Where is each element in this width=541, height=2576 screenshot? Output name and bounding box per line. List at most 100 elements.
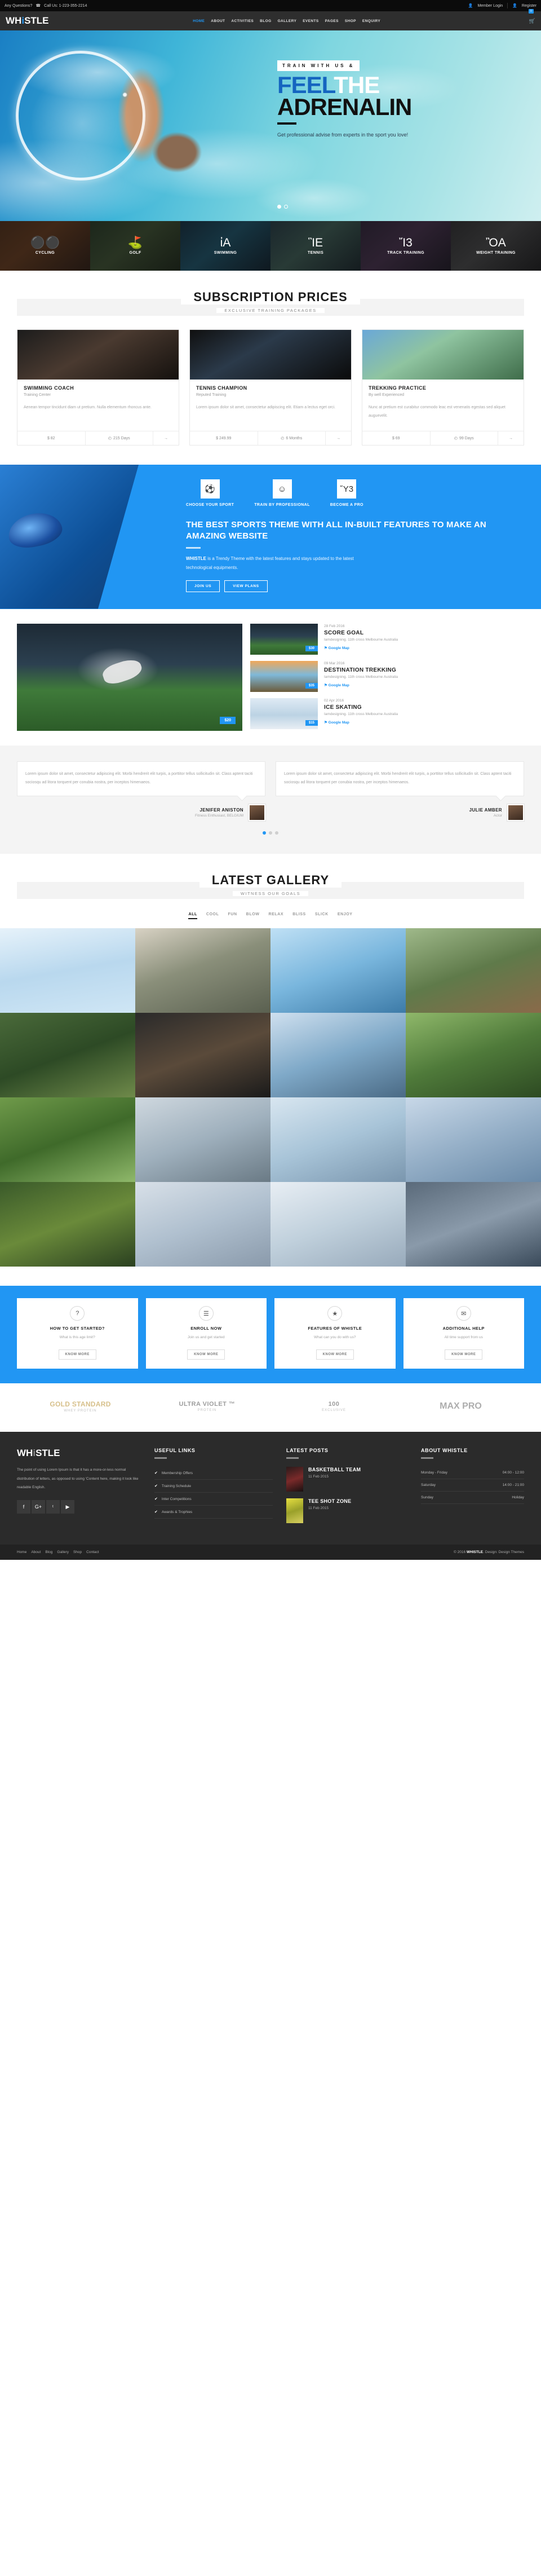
gallery-item[interactable] bbox=[270, 928, 406, 1013]
useful-link-item[interactable]: ✔ Membership Offers bbox=[154, 1467, 273, 1480]
gallery-item[interactable] bbox=[406, 928, 541, 1013]
pricing-card-arrow-button[interactable]: → bbox=[498, 431, 524, 445]
gallery-filter-fun[interactable]: FUN bbox=[228, 912, 237, 919]
footer-link-about[interactable]: About bbox=[31, 1550, 41, 1554]
nav-item-pages[interactable]: PAGES bbox=[325, 19, 339, 23]
testimonial-dots[interactable] bbox=[17, 831, 524, 835]
footer-link-contact[interactable]: Contact bbox=[86, 1550, 99, 1554]
join-us-button[interactable]: JOIN US bbox=[186, 580, 220, 592]
know-more-button[interactable]: KNOW MORE bbox=[187, 1349, 225, 1360]
gallery-item[interactable] bbox=[270, 1013, 406, 1098]
gallery-item[interactable] bbox=[0, 1182, 135, 1267]
gallery-section: LATEST GALLERY WITNESS OUR GOALS ALL COOL… bbox=[0, 854, 541, 1286]
nav-item-activities[interactable]: ACTIVITIES bbox=[231, 19, 254, 23]
pricing-card[interactable]: SWIMMING COACH Training Center Aenean temp… bbox=[17, 329, 179, 445]
nav-item-gallery[interactable]: GALLERY bbox=[278, 19, 297, 23]
site-logo[interactable]: WHiSTLE bbox=[6, 15, 49, 27]
youtube-icon[interactable]: ▶ bbox=[61, 1500, 74, 1514]
event-map-link[interactable]: ⚑ Google Map bbox=[324, 646, 349, 650]
useful-link-item[interactable]: ✔ Awards & Trophies bbox=[154, 1506, 273, 1519]
know-more-button[interactable]: KNOW MORE bbox=[316, 1349, 354, 1360]
gallery-filter-bliss[interactable]: BLISS bbox=[292, 912, 306, 919]
pricing-card-duration: ◴ 215 Days bbox=[85, 431, 153, 445]
pricing-card[interactable]: TREKKING PRACTICE By well Experienced Nunc… bbox=[362, 329, 524, 445]
promo-feature[interactable]: ⚽ CHOOSE YOUR SPORT bbox=[186, 479, 234, 507]
footer-link-home[interactable]: Home bbox=[17, 1550, 26, 1554]
gallery-filter-blow[interactable]: BLOW bbox=[246, 912, 260, 919]
brand-tagline: EXCLUSIVE bbox=[322, 1409, 346, 1413]
nav-item-events[interactable]: EVENTS bbox=[303, 19, 318, 23]
gallery-item[interactable] bbox=[0, 1097, 135, 1183]
footer-logo[interactable]: WHiSTLE bbox=[17, 1448, 141, 1459]
gallery-title: LATEST GALLERY bbox=[199, 873, 342, 888]
gallery-item[interactable] bbox=[270, 1097, 406, 1183]
gallery-item[interactable] bbox=[0, 928, 135, 1013]
activity-track-training[interactable]: Ἴ3 TRACK TRAINING bbox=[361, 221, 451, 271]
facebook-icon[interactable]: f bbox=[17, 1500, 30, 1514]
hero-dot-1[interactable] bbox=[277, 205, 281, 209]
nav-item-enquiry[interactable]: ENQUIRY bbox=[362, 19, 380, 23]
useful-link-item[interactable]: ✔ Training Schedule bbox=[154, 1480, 273, 1493]
activity-weight-training[interactable]: ὊA WEIGHT TRAINING bbox=[451, 221, 541, 271]
testimonial-dot-1[interactable] bbox=[263, 831, 266, 835]
event-item[interactable]: $15 02 Apr 2016 ICE SKATING Iamdesigning. 1… bbox=[250, 698, 524, 729]
google-plus-icon[interactable]: G+ bbox=[32, 1500, 45, 1514]
gallery-filter-enjoy[interactable]: ENJOY bbox=[338, 912, 353, 919]
gallery-item[interactable] bbox=[135, 928, 270, 1013]
testimonial-dot-2[interactable] bbox=[269, 831, 272, 835]
event-map-link[interactable]: ⚑ Google Map bbox=[324, 683, 349, 687]
register-link[interactable]: Register bbox=[522, 4, 536, 8]
pricing-card-arrow-button[interactable]: → bbox=[325, 431, 351, 445]
view-plans-button[interactable]: VIEW PLANS bbox=[224, 580, 268, 592]
testimonial-dot-3[interactable] bbox=[275, 831, 278, 835]
pricing-card-arrow-button[interactable]: → bbox=[153, 431, 179, 445]
gallery-item[interactable] bbox=[406, 1013, 541, 1098]
event-map-link[interactable]: ⚑ Google Map bbox=[324, 720, 349, 725]
footer-link-gallery[interactable]: Gallery bbox=[57, 1550, 69, 1554]
hero-dot-2[interactable] bbox=[284, 205, 288, 209]
nav-item-blog[interactable]: BLOG bbox=[260, 19, 271, 23]
nav-item-shop[interactable]: SHOP bbox=[345, 19, 356, 23]
activity-tennis[interactable]: ἻE TENNIS bbox=[270, 221, 361, 271]
twitter-icon[interactable]: ᵗ bbox=[46, 1500, 60, 1514]
hero-slider-dots[interactable] bbox=[277, 205, 288, 209]
footer-post-thumbnail bbox=[286, 1467, 303, 1492]
member-login-link[interactable]: Member Login bbox=[477, 4, 503, 8]
nav-item-home[interactable]: HOME bbox=[193, 19, 205, 23]
gallery-item[interactable] bbox=[406, 1182, 541, 1267]
gallery-filter-cool[interactable]: COOL bbox=[206, 912, 219, 919]
nav-item-about[interactable]: ABOUT bbox=[211, 19, 225, 23]
event-item[interactable]: $30 28 Feb 2016 SCORE GOAL Iamdesigning. 11… bbox=[250, 623, 524, 655]
promo-feature[interactable]: ☺ TRAIN BY PROFESSIONAL bbox=[254, 479, 310, 507]
footer-link-blog[interactable]: Blog bbox=[45, 1550, 52, 1554]
footer-post-date: 11 Feb 2015 bbox=[308, 1475, 329, 1479]
gallery-item[interactable] bbox=[270, 1182, 406, 1267]
gallery-item[interactable] bbox=[135, 1013, 270, 1098]
featured-event-card[interactable]: $20 bbox=[17, 623, 242, 731]
activity-swimming[interactable]: ἰA SWIMMING bbox=[180, 221, 270, 271]
footer-post-item[interactable]: TEE SHOT ZONE 11 Feb 2015 bbox=[286, 1498, 407, 1524]
event-item[interactable]: $35 09 Mar 2016 DESTINATION TREKKING Iamdes… bbox=[250, 660, 524, 692]
footer-post-item[interactable]: BASKETBALL TEAM 11 Feb 2015 bbox=[286, 1467, 407, 1492]
useful-link-item[interactable]: ✔ Inter Competitions bbox=[154, 1493, 273, 1506]
cart-button[interactable]: 0 🛒 bbox=[528, 8, 535, 24]
pricing-card[interactable]: TENNIS CHAMPION Reputed Training Lorem ips… bbox=[189, 329, 352, 445]
promo-heading: THE BEST SPORTS THEME WITH ALL IN-BUILT … bbox=[186, 520, 486, 541]
activity-golf[interactable]: ⛳ GOLF bbox=[90, 221, 180, 271]
gallery-filter-relax[interactable]: RELAX bbox=[268, 912, 283, 919]
brand-logo: GOLD STANDARD WHEY PROTEIN bbox=[17, 1400, 144, 1413]
gallery-filter-all[interactable]: ALL bbox=[188, 912, 197, 920]
gallery-item[interactable] bbox=[0, 1013, 135, 1098]
brand-name: MAX PRO bbox=[440, 1401, 482, 1411]
top-bar-right: 👤 Member Login 👤 Register bbox=[468, 3, 536, 8]
gallery-item[interactable] bbox=[135, 1182, 270, 1267]
event-title: SCORE GOAL bbox=[324, 629, 364, 636]
promo-feature[interactable]: Ὕ3 BECOME A PRO bbox=[330, 479, 363, 507]
activity-cycling[interactable]: ⚫⚫ CYCLING bbox=[0, 221, 90, 271]
know-more-button[interactable]: KNOW MORE bbox=[58, 1349, 96, 1360]
know-more-button[interactable]: KNOW MORE bbox=[445, 1349, 483, 1360]
footer-link-shop[interactable]: Shop bbox=[73, 1550, 82, 1554]
gallery-filter-slick[interactable]: SLICK bbox=[315, 912, 329, 919]
gallery-item[interactable] bbox=[406, 1097, 541, 1183]
gallery-item[interactable] bbox=[135, 1097, 270, 1183]
